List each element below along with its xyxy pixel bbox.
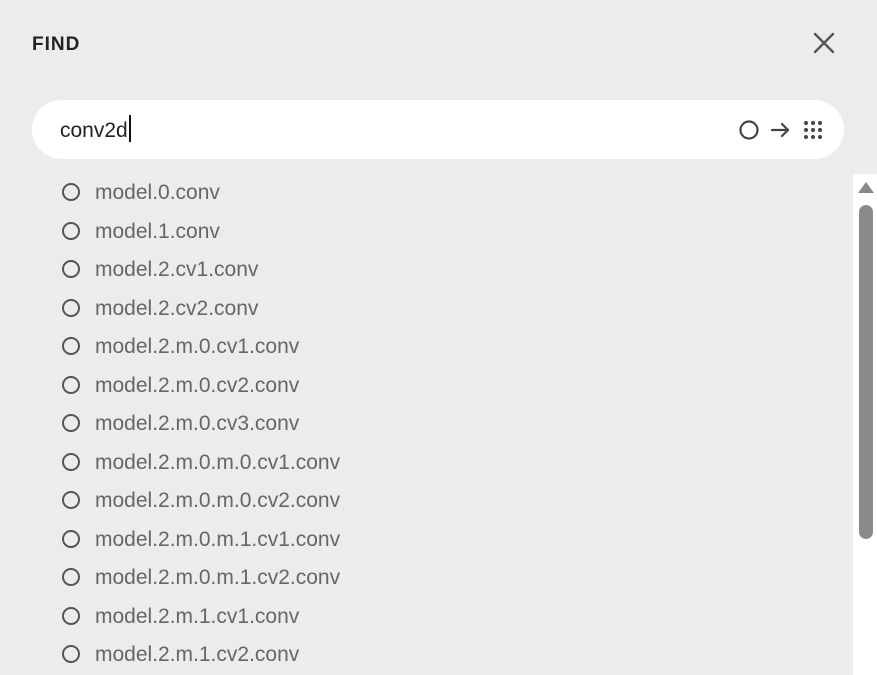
find-panel: FIND conv2d model.0.conv model.1.conv mo… [0,0,877,675]
result-item[interactable]: model.2.cv1.conv [0,251,852,290]
result-label: model.1.conv [95,219,220,243]
radio-circle-icon [62,568,80,586]
result-item[interactable]: model.2.m.1.cv2.conv [0,636,852,675]
radio-circle-icon [62,529,80,548]
result-item[interactable]: model.2.m.0.m.0.cv1.conv [0,444,852,483]
result-label: model.2.m.0.cv3.conv [95,412,300,435]
circle-option-button[interactable] [737,118,761,142]
radio-circle-icon [62,606,80,625]
close-icon [813,32,835,54]
result-item[interactable]: model.2.m.0.cv2.conv [0,367,852,406]
text-caret [128,115,131,142]
result-item[interactable]: model.0.conv [0,174,852,213]
radio-circle-icon [62,414,80,432]
search-input[interactable]: conv2d [60,115,720,145]
search-box: conv2d [32,100,844,159]
radio-circle-icon [62,183,80,201]
result-label: model.2.m.1.cv2.conv [95,643,300,666]
find-next-button[interactable] [769,118,793,142]
search-input-value: conv2d [60,119,128,142]
grid-dots-icon [804,121,822,139]
radio-circle-icon [62,221,80,240]
result-label: model.2.m.0.m.1.cv2.conv [95,566,341,589]
result-label: model.2.m.0.m.0.cv2.conv [95,489,341,512]
result-item[interactable]: model.2.m.0.cv3.conv [0,405,852,444]
result-item[interactable]: model.2.m.1.cv1.conv [0,598,852,637]
radio-circle-icon [62,452,80,471]
radio-circle-icon [62,645,80,663]
result-label: model.2.cv2.conv [95,296,259,320]
results-list: model.0.conv model.1.conv model.2.cv1.co… [0,174,852,675]
result-label: model.2.m.0.m.1.cv1.conv [95,527,341,551]
result-label: model.2.cv1.conv [95,258,259,281]
radio-circle-icon [62,298,80,317]
result-label: model.2.m.0.cv1.conv [95,335,300,358]
result-item[interactable]: model.1.conv [0,213,852,252]
result-label: model.2.m.0.cv2.conv [95,373,300,397]
result-item[interactable]: model.2.cv2.conv [0,290,852,329]
radio-circle-icon [62,375,80,394]
result-label: model.0.conv [95,181,220,204]
result-label: model.2.m.1.cv1.conv [95,604,300,628]
radio-circle-icon [62,337,80,355]
result-label: model.2.m.0.m.0.cv1.conv [95,450,341,474]
scroll-thumb[interactable] [859,205,873,539]
scroll-up-arrow-icon[interactable] [858,182,874,193]
radio-circle-icon [62,491,80,509]
results-scrollbar[interactable] [853,174,877,675]
grid-options-button[interactable] [801,118,825,142]
circle-option-icon [739,120,759,140]
result-item[interactable]: model.2.m.0.m.1.cv1.conv [0,521,852,560]
result-item[interactable]: model.2.m.0.m.0.cv2.conv [0,482,852,521]
radio-circle-icon [62,260,80,278]
result-item[interactable]: model.2.m.0.cv1.conv [0,328,852,367]
close-button[interactable] [810,29,838,57]
arrow-right-icon [770,122,790,138]
panel-title: FIND [32,34,81,55]
result-item[interactable]: model.2.m.0.m.1.cv2.conv [0,559,852,598]
